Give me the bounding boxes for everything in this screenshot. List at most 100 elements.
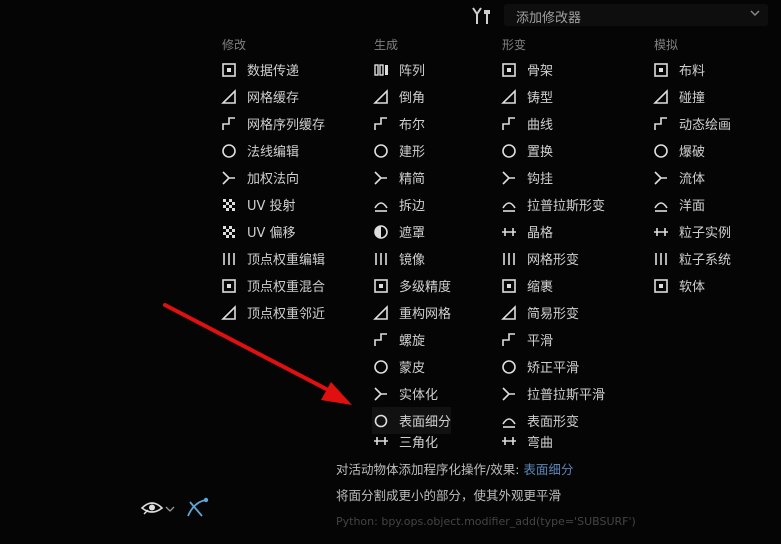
- modifier-item-triangulate[interactable]: 三角化: [372, 434, 451, 448]
- modifier-item-mesh-sequence-cache[interactable]: 网格序列缓存: [220, 110, 325, 137]
- modifier-item-label: 矫正平滑: [527, 361, 580, 376]
- modifier-item-decimate[interactable]: 精简: [372, 164, 451, 191]
- modifier-item-array[interactable]: 阵列: [372, 56, 451, 83]
- modifier-item-mask[interactable]: 遮罩: [372, 218, 451, 245]
- modifier-item-armature[interactable]: 骨架: [500, 56, 605, 83]
- corrective-smooth-icon: [502, 359, 516, 374]
- modifier-item-subdivision-surface[interactable]: 表面细分: [372, 407, 452, 434]
- modifier-item-lattice[interactable]: 晶格: [500, 218, 605, 245]
- mesh-cache-icon: [221, 88, 236, 104]
- modifier-item-bevel[interactable]: 倒角: [372, 83, 451, 110]
- modifier-item-vertex-weight-edit[interactable]: 顶点权重编辑: [220, 245, 325, 272]
- modifier-item-mesh-cache[interactable]: 网格缓存: [220, 83, 325, 110]
- modifier-item-build[interactable]: 建形: [372, 137, 451, 164]
- modifier-item-boolean[interactable]: 布尔: [372, 110, 451, 137]
- modifier-item-weighted-normal[interactable]: 加权法向: [220, 164, 325, 191]
- add-modifier-header: 添加修改器: [470, 4, 770, 28]
- modifier-column-4: 模拟布料 碰撞动态绘画爆破流体 洋面 粒子实例 粒子系统软体: [652, 36, 731, 299]
- modifier-item-explode[interactable]: 爆破: [652, 137, 731, 164]
- modifier-item-hook[interactable]: 钩挂: [500, 164, 605, 191]
- modifier-item-surface-deform[interactable]: 表面形变: [500, 407, 605, 434]
- collision-icon: [653, 88, 668, 104]
- cast-icon: [501, 88, 516, 104]
- tooltip-modifier-name: 表面细分: [523, 462, 574, 477]
- column-header: 修改: [222, 38, 247, 52]
- modifier-item-particle-system[interactable]: 粒子系统: [652, 245, 731, 272]
- solidify-icon: [374, 386, 387, 401]
- modifier-item-mesh-deform[interactable]: 网格形变: [500, 245, 605, 272]
- modifier-item-smooth[interactable]: 平滑: [500, 326, 605, 353]
- modifier-item-solidify[interactable]: 实体化: [372, 380, 451, 407]
- modifier-item-label: 爆破: [679, 145, 706, 160]
- modifier-item-cloth[interactable]: 布料: [652, 56, 731, 83]
- modifier-item-label: 重构网格: [399, 307, 452, 322]
- particle-system-icon: [655, 252, 667, 265]
- modifier-item-data-transfer[interactable]: 数据传递: [220, 56, 325, 83]
- modifier-item-label: 顶点权重邻近: [247, 307, 326, 322]
- modifier-item-displace[interactable]: 置换: [500, 137, 605, 164]
- modifier-item-label: 网格缓存: [247, 91, 300, 106]
- modifier-item-vertex-weight-mix[interactable]: 顶点权重混合: [220, 272, 325, 299]
- modifier-item-curve[interactable]: 曲线: [500, 110, 605, 137]
- chevron-down-icon: [750, 10, 760, 17]
- laplacian-deform-icon: [502, 201, 516, 212]
- modifier-item-label: 晶格: [527, 226, 554, 241]
- visibility-eye-icon[interactable]: [140, 502, 164, 515]
- mesh-deform-icon: [503, 252, 515, 265]
- modifier-item-cast[interactable]: 铸型: [500, 83, 605, 110]
- modifier-item-label: 布尔: [399, 118, 426, 133]
- modifier-item-remesh[interactable]: 重构网格: [372, 299, 451, 326]
- modifier-item-label: 骨架: [527, 64, 554, 79]
- modifier-item-label: 精简: [399, 172, 426, 187]
- weighted-normal-icon: [222, 170, 235, 185]
- modifier-item-soft-body[interactable]: 软体: [652, 272, 731, 299]
- modifier-item-skin[interactable]: 蒙皮: [372, 353, 451, 380]
- modifier-item-label: 动态绘画: [679, 118, 732, 133]
- modifier-item-label: 三角化: [399, 435, 439, 449]
- explode-icon: [654, 143, 668, 158]
- modifier-item-simple-deform[interactable]: 简易形变: [500, 299, 605, 326]
- modifier-item-label: 多级精度: [399, 280, 452, 295]
- modifier-item-particle-instance[interactable]: 粒子实例: [652, 218, 731, 245]
- multires-icon: [374, 278, 388, 293]
- modifier-item-laplacian-deform[interactable]: 拉普拉斯形变: [500, 191, 605, 218]
- modifier-item-mirror[interactable]: 镜像: [372, 245, 451, 272]
- modifier-item-fluid[interactable]: 流体: [652, 164, 731, 191]
- column-header: 模拟: [654, 38, 679, 52]
- modifier-item-uv-project[interactable]: UV 投射: [220, 191, 325, 218]
- modifier-item-label: 曲线: [527, 118, 554, 133]
- modifier-item-uv-warp[interactable]: UV 偏移: [220, 218, 325, 245]
- shrinkwrap-icon: [502, 278, 516, 293]
- skin-icon: [374, 359, 388, 374]
- gizmo-icon[interactable]: [187, 497, 209, 517]
- modifier-item-laplacian-smooth[interactable]: 拉普拉斯平滑: [500, 380, 605, 407]
- tooltip-detail: 将面分割成更小的部分，使其外观更平滑: [336, 488, 562, 503]
- modifier-item-label: 加权法向: [247, 172, 300, 187]
- laplacian-smooth-icon: [502, 386, 515, 401]
- build-icon: [374, 143, 388, 158]
- modifier-item-collision[interactable]: 碰撞: [652, 83, 731, 110]
- modifier-item-label: 蒙皮: [399, 361, 426, 376]
- modifier-item-label: 拆边: [399, 199, 426, 214]
- modifier-item-vertex-weight-proximity[interactable]: 顶点权重邻近: [220, 299, 325, 326]
- curve-icon: [502, 116, 515, 130]
- ocean-icon: [654, 201, 668, 212]
- tooltip-description: 对活动物体添加程序化操作/效果:: [336, 462, 520, 477]
- modifier-item-warp[interactable]: 弯曲: [500, 434, 605, 448]
- modifier-item-corrective-smooth[interactable]: 矫正平滑: [500, 353, 605, 380]
- modifier-item-label: 网格形变: [527, 253, 580, 268]
- modifier-item-screw[interactable]: 螺旋: [372, 326, 451, 353]
- modifier-item-multires[interactable]: 多级精度: [372, 272, 451, 299]
- modifier-item-label: 软体: [679, 280, 706, 295]
- modifier-item-dynamic-paint[interactable]: 动态绘画: [652, 110, 731, 137]
- simple-deform-icon: [501, 304, 516, 320]
- modifier-item-shrinkwrap[interactable]: 缩裹: [500, 272, 605, 299]
- wrench-icon: [472, 7, 490, 24]
- modifier-item-normal-edit[interactable]: 法线编辑: [220, 137, 325, 164]
- modifier-item-edge-split[interactable]: 拆边: [372, 191, 451, 218]
- add-modifier-title: 添加修改器: [516, 11, 582, 26]
- add-modifier-dropdown[interactable]: 添加修改器: [504, 4, 768, 26]
- boolean-icon: [374, 116, 387, 130]
- modifier-item-ocean[interactable]: 洋面: [652, 191, 731, 218]
- chevron-down-icon[interactable]: [165, 506, 175, 512]
